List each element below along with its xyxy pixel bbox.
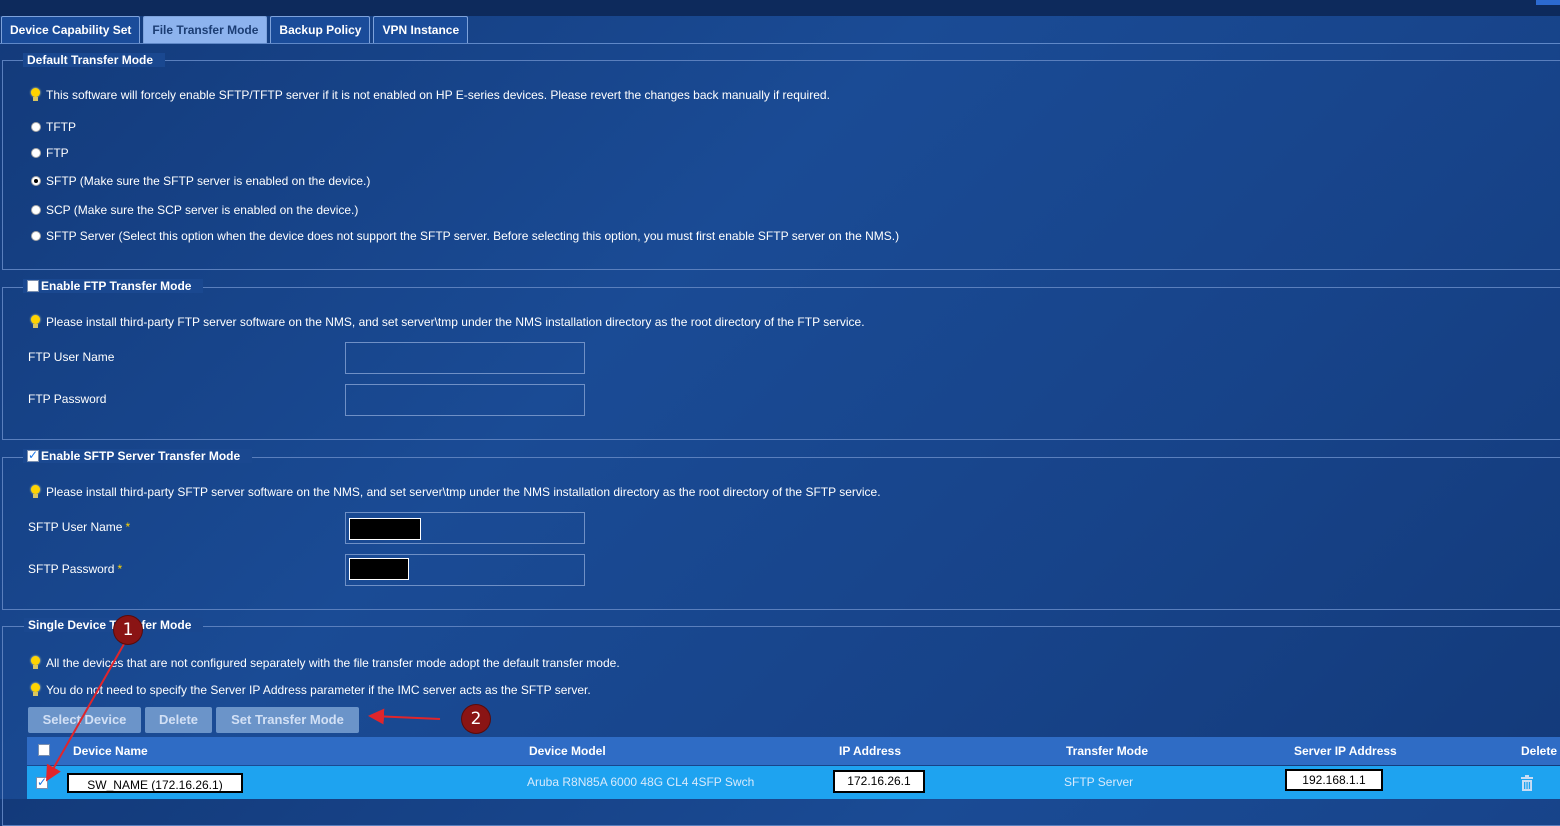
device-model-cell: Aruba R8N85A 6000 48G CL4 4SFP Swch xyxy=(527,775,755,789)
radio-tftp[interactable]: TFTP xyxy=(31,120,76,134)
radio-button[interactable] xyxy=(31,122,41,132)
single-tip-2: You do not need to specify the Server IP… xyxy=(30,683,591,697)
radio-sftp[interactable]: SFTP (Make sure the SFTP server is enabl… xyxy=(31,174,370,188)
radio-button-selected[interactable] xyxy=(31,176,41,186)
col-ip-address[interactable]: IP Address xyxy=(839,737,901,765)
annotation-marker-1: 1 xyxy=(114,616,142,644)
lightbulb-icon xyxy=(30,683,40,697)
col-server-ip[interactable]: Server IP Address xyxy=(1294,737,1397,765)
row-checkbox[interactable] xyxy=(36,775,48,789)
ftp-section xyxy=(2,287,1560,440)
radio-sftp-server[interactable]: SFTP Server (Select this option when the… xyxy=(31,229,899,243)
col-device-model[interactable]: Device Model xyxy=(529,737,606,765)
ip-address-cell: 172.16.26.1 xyxy=(833,770,925,793)
annotation-marker-2: 2 xyxy=(462,705,490,733)
radio-button[interactable] xyxy=(31,148,41,158)
select-all-checkbox[interactable] xyxy=(38,744,50,756)
radio-button[interactable] xyxy=(31,231,41,241)
sftp-section-title: Enable SFTP Server Transfer Mode xyxy=(23,448,253,463)
ftp-username-input[interactable] xyxy=(345,342,585,374)
tab-bar: Device Capability Set File Transfer Mode… xyxy=(1,16,471,44)
corner-marker xyxy=(1536,0,1560,5)
default-mode-tip: This software will forcely enable SFTP/T… xyxy=(30,88,830,102)
radio-ftp[interactable]: FTP xyxy=(31,146,69,160)
sftp-section xyxy=(2,457,1560,610)
radio-button[interactable] xyxy=(31,205,41,215)
ftp-username-label: FTP User Name xyxy=(28,350,115,364)
tab-divider xyxy=(0,43,1560,44)
transfer-mode-cell: SFTP Server xyxy=(1064,775,1134,789)
lightbulb-icon xyxy=(30,656,40,670)
default-transfer-mode-title: Default Transfer Mode xyxy=(23,53,166,67)
col-delete: Delete xyxy=(1521,744,1558,758)
redacted-password xyxy=(349,558,409,580)
table-row[interactable]: SW_NAME (172.16.26.1) Aruba R8N85A 6000 … xyxy=(27,766,1560,799)
sftp-tip: Please install third-party SFTP server s… xyxy=(30,485,881,499)
lightbulb-icon xyxy=(30,315,40,329)
ftp-section-title: Enable FTP Transfer Mode xyxy=(23,279,204,293)
device-name-cell: SW_NAME (172.16.26.1) xyxy=(67,773,243,793)
top-bar xyxy=(0,0,1560,16)
delete-button[interactable]: Delete xyxy=(145,707,212,733)
tab-device-capability-set[interactable]: Device Capability Set xyxy=(1,16,141,44)
redacted-username xyxy=(349,518,421,540)
set-transfer-mode-button[interactable]: Set Transfer Mode xyxy=(216,707,359,733)
trash-icon[interactable] xyxy=(1520,775,1534,791)
col-device-name[interactable]: Device Name xyxy=(73,737,148,765)
radio-scp[interactable]: SCP (Make sure the SCP server is enabled… xyxy=(31,203,358,217)
tab-vpn-instance[interactable]: VPN Instance xyxy=(373,16,469,44)
ftp-password-label: FTP Password xyxy=(28,392,107,406)
ftp-password-input[interactable] xyxy=(345,384,585,416)
server-ip-cell: 192.168.1.1 xyxy=(1285,769,1383,791)
lightbulb-icon xyxy=(30,485,40,499)
ftp-enable-checkbox[interactable] xyxy=(27,280,39,292)
tab-file-transfer-mode[interactable]: File Transfer Mode xyxy=(143,16,268,44)
sftp-password-label: SFTP Password * xyxy=(28,562,123,576)
ftp-tip: Please install third-party FTP server so… xyxy=(30,315,865,329)
sftp-enable-checkbox[interactable] xyxy=(27,448,39,462)
single-tip-1: All the devices that are not configured … xyxy=(30,656,620,670)
col-transfer-mode[interactable]: Transfer Mode xyxy=(1066,737,1148,765)
table-header: Device Name Device Model IP Address Tran… xyxy=(27,737,1560,765)
select-device-button[interactable]: Select Device xyxy=(28,707,141,733)
lightbulb-icon xyxy=(30,88,40,102)
tab-backup-policy[interactable]: Backup Policy xyxy=(270,16,371,44)
sftp-username-label: SFTP User Name * xyxy=(28,520,131,534)
